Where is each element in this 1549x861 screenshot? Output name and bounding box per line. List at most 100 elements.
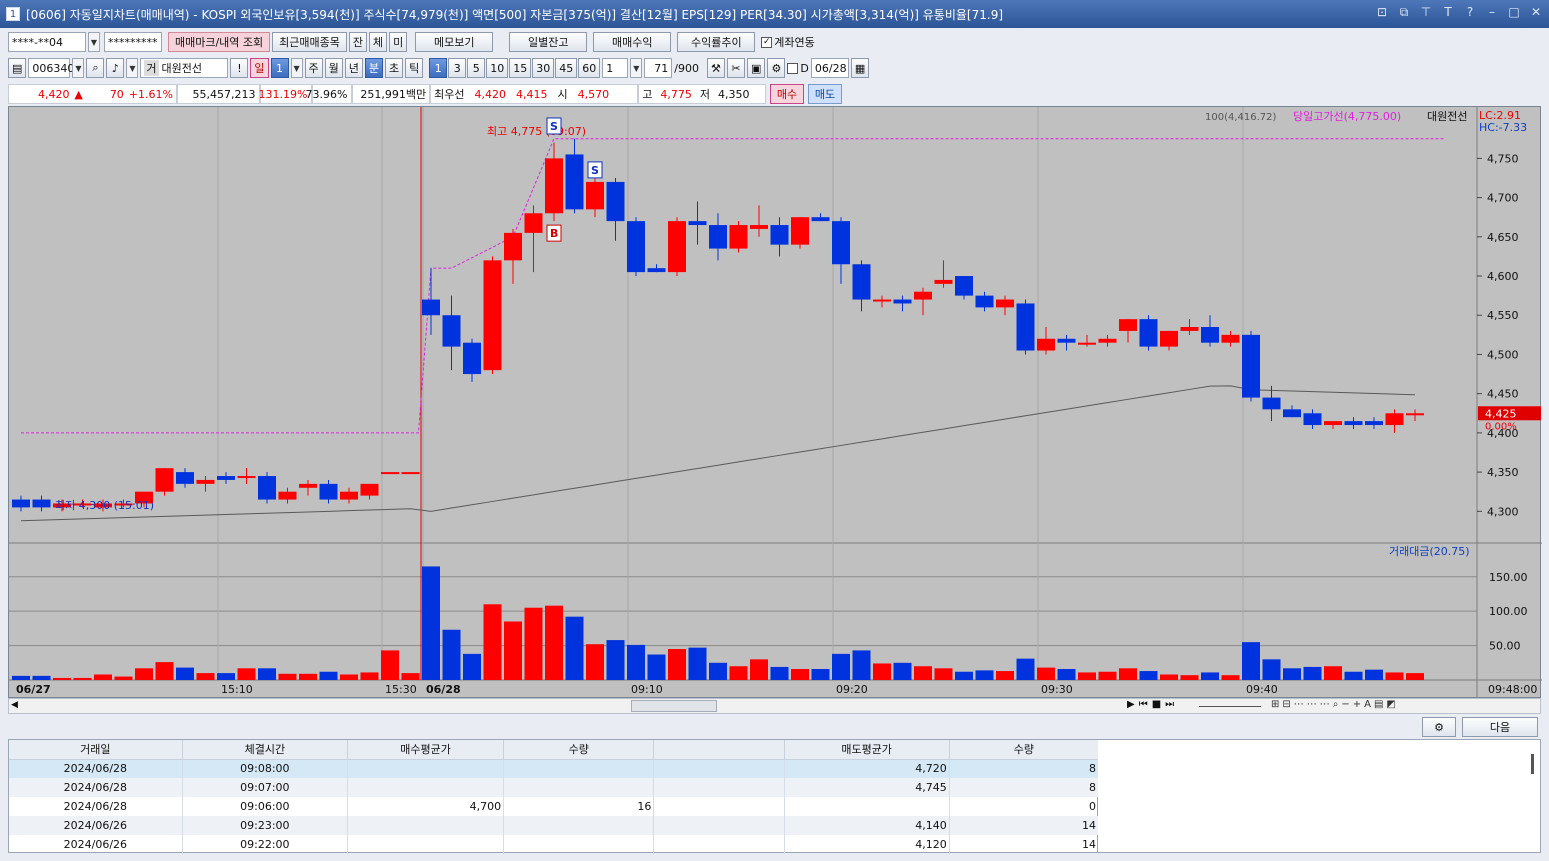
interval-count-field[interactable]: 1: [602, 58, 629, 78]
current-percent-label: 0.00%: [1485, 421, 1517, 432]
chart-tool-icons[interactable]: ⊞⊟⋯⋯⋯⌕−+A▤◩: [1271, 699, 1399, 710]
maximize-icon[interactable]: □: [1507, 5, 1521, 20]
daily-balance-button[interactable]: 일별잔고: [509, 32, 588, 52]
column-header[interactable]: 매도평균가: [784, 740, 950, 760]
buy-button[interactable]: 매수: [770, 84, 804, 104]
period-15-button[interactable]: 15: [509, 58, 532, 78]
speaker-icon[interactable]: ♪: [106, 58, 125, 78]
help-icon[interactable]: ?: [1463, 5, 1477, 20]
password-field[interactable]: *********: [104, 32, 162, 52]
stock-name-field[interactable]: 거 대원전선: [140, 58, 229, 78]
chart-menu-icon[interactable]: ▤: [8, 58, 27, 78]
date-input[interactable]: 06/28: [810, 58, 849, 78]
stock-code-input[interactable]: 006340: [28, 58, 74, 78]
price-tick-label: 4,650: [1487, 231, 1519, 244]
chevron-down-icon[interactable]: ▼: [126, 58, 139, 78]
font-icon[interactable]: T: [1441, 5, 1455, 20]
period-week-button[interactable]: 주: [304, 58, 323, 78]
period-30-button[interactable]: 30: [532, 58, 555, 78]
volume-bar: [1098, 671, 1117, 680]
candlestick-chart[interactable]: 4,750 4,700 4,650 4,600 4,550 4,500 4,450 4,400…: [8, 106, 1542, 699]
table-row[interactable]: 2024/06/26 09:22:00 4,120 14: [9, 835, 1100, 854]
table-cell: [347, 759, 505, 778]
indicator-icon[interactable]: ⚒: [706, 58, 725, 78]
memo-button[interactable]: 메모보기: [415, 32, 494, 52]
sell-button[interactable]: 매도: [808, 84, 842, 104]
period-60-button[interactable]: 60: [578, 58, 601, 78]
table-row[interactable]: 2024/06/28 09:06:00 4,700 16 0: [9, 797, 1100, 816]
candle-body: [647, 268, 666, 273]
table-cell: 4,700: [347, 797, 505, 816]
zoom-slider[interactable]: [1199, 706, 1261, 707]
pin-icon[interactable]: ⊤: [1419, 5, 1433, 20]
up-arrow-icon: ▲: [74, 87, 83, 101]
balance-button[interactable]: 잔: [348, 32, 368, 52]
period-10-button[interactable]: 10: [486, 58, 509, 78]
period-day-button[interactable]: 일: [250, 58, 269, 78]
period-tick-button[interactable]: 틱: [405, 58, 424, 78]
period-month-button[interactable]: 월: [324, 58, 343, 78]
column-header[interactable]: 수량: [949, 740, 1100, 760]
calendar-icon[interactable]: ▦: [850, 58, 870, 78]
trade-marker-label: S: [591, 164, 599, 177]
grid-scrollbar[interactable]: [1531, 754, 1534, 774]
period-1-button[interactable]: 1: [429, 58, 448, 78]
period-second-button[interactable]: 초: [385, 58, 404, 78]
profit-trend-button[interactable]: 수익률추이: [677, 32, 756, 52]
table-cell: 8: [949, 778, 1100, 797]
chevron-down-icon[interactable]: ▼: [88, 32, 100, 52]
checkbox-unchecked-icon[interactable]: [787, 62, 799, 74]
day-count-field[interactable]: 1: [270, 58, 289, 78]
settings-gear-button[interactable]: ⚙: [1422, 717, 1456, 737]
window-titlebar: 1 [0606] 자동일지차트(매매내역) - KOSPI 외국인보유[3,59…: [0, 0, 1549, 28]
chart-scrollbar[interactable]: ◀ ▶⏮■⏭ ⊞⊟⋯⋯⋯⌕−+A▤◩: [8, 698, 1541, 714]
table-row[interactable]: 2024/06/28 09:07:00 4,745 8: [9, 778, 1100, 797]
tools-icon[interactable]: ✂: [726, 58, 745, 78]
column-header[interactable]: [653, 740, 785, 760]
scroll-thumb[interactable]: [631, 700, 717, 712]
next-button[interactable]: 다음: [1462, 717, 1538, 737]
unexecuted-button[interactable]: 미: [389, 32, 408, 52]
period-45-button[interactable]: 45: [555, 58, 578, 78]
volume-bar: [1016, 658, 1035, 680]
alert-button[interactable]: !: [230, 58, 249, 78]
candle-body: [1160, 330, 1178, 347]
scroll-left-icon[interactable]: ◀: [11, 700, 18, 710]
mark-query-button[interactable]: 매매마크/내역 조회: [168, 32, 271, 52]
volume-bar: [1283, 668, 1301, 680]
search-icon[interactable]: ⌕: [86, 58, 105, 78]
link-icon[interactable]: ⊡: [1375, 5, 1389, 20]
table-cell: [653, 778, 785, 797]
table-cell: 2024/06/28: [9, 797, 183, 816]
account-field[interactable]: ****-**04: [8, 32, 86, 52]
playback-controls[interactable]: ▶⏮■⏭: [1127, 699, 1178, 710]
copy-icon[interactable]: ⧉: [1397, 5, 1411, 20]
account-link-checkbox[interactable]: ✓ 계좌연동: [761, 34, 815, 50]
minimize-icon[interactable]: –: [1485, 5, 1499, 20]
column-header[interactable]: 매수평균가: [347, 740, 505, 760]
save-icon[interactable]: ▣: [746, 58, 766, 78]
trade-history-grid: 거래일 체결시간 매수평균가 수량 매도평균가 수량 2024/06/28 09:08:00…: [8, 739, 1100, 854]
trade-profit-button[interactable]: 매매수익: [593, 32, 672, 52]
column-header[interactable]: 체결시간: [182, 740, 348, 760]
table-cell: 09:08:00: [182, 759, 348, 778]
period-5-button[interactable]: 5: [467, 58, 486, 78]
period-3-button[interactable]: 3: [448, 58, 467, 78]
recent-items-button[interactable]: 최근매매종목: [272, 32, 347, 52]
executed-button[interactable]: 체: [369, 32, 388, 52]
chart-canvas[interactable]: 4,7504,7004,6504,6004,5504,5004,4504,400…: [9, 107, 1542, 699]
close-icon[interactable]: ✕: [1529, 5, 1543, 20]
gear-icon[interactable]: ⚙: [767, 58, 786, 78]
chevron-down-icon[interactable]: ▼: [630, 58, 643, 78]
period-year-button[interactable]: 년: [344, 58, 363, 78]
checkbox-checked-icon[interactable]: ✓: [761, 36, 773, 48]
display-count-input[interactable]: 71: [644, 58, 673, 78]
period-minute-button[interactable]: 분: [364, 58, 384, 78]
date-checkbox[interactable]: D: [787, 62, 809, 75]
column-header[interactable]: 수량: [503, 740, 655, 760]
chevron-down-icon[interactable]: ▼: [290, 58, 303, 78]
chevron-down-icon[interactable]: ▼: [72, 58, 85, 78]
table-row[interactable]: 2024/06/28 09:08:00 4,720 8: [9, 759, 1100, 778]
column-header[interactable]: 거래일: [9, 740, 183, 760]
table-row[interactable]: 2024/06/26 09:23:00 4,140 14: [9, 816, 1100, 835]
